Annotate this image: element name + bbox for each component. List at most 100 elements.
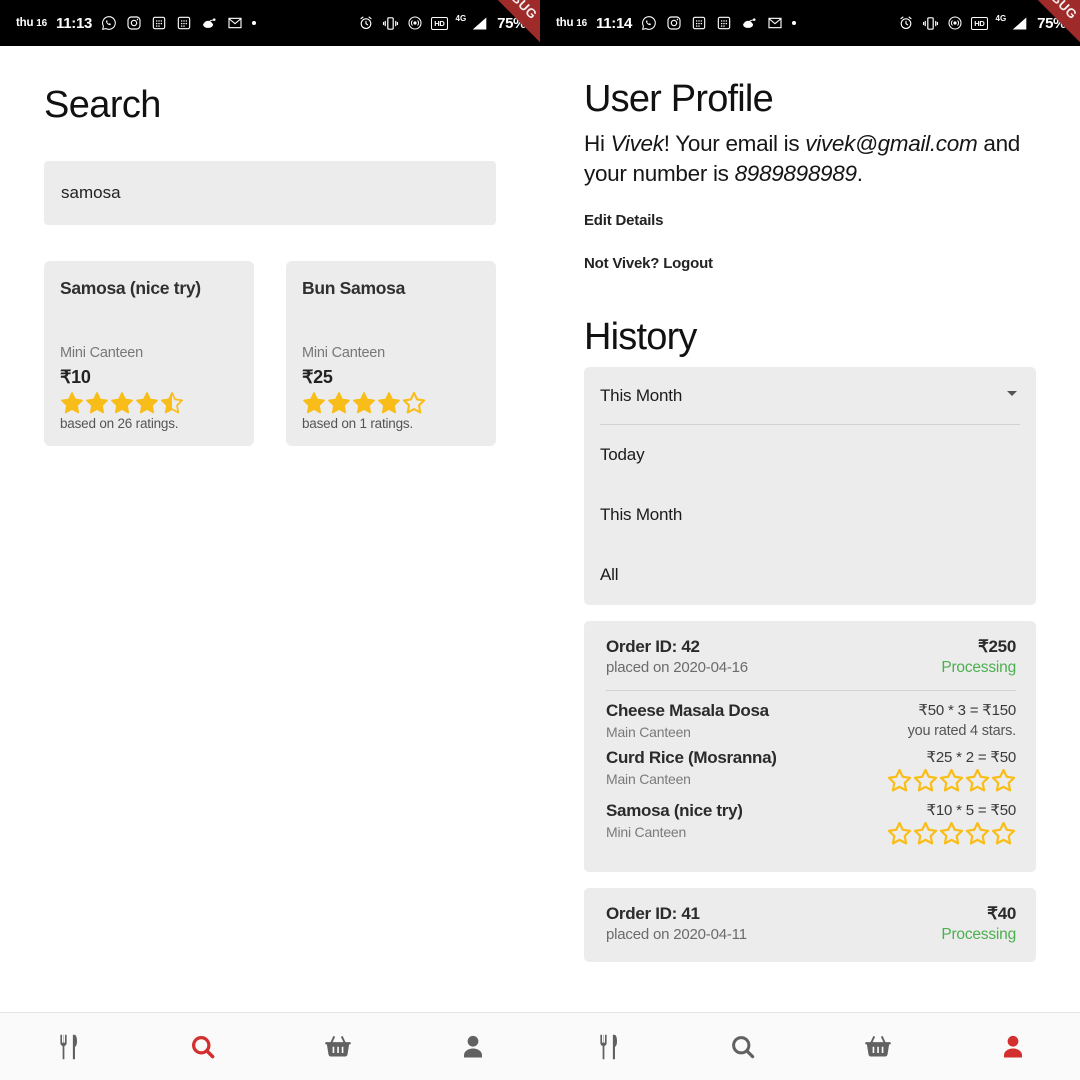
person-icon: [463, 1035, 482, 1057]
order-header: Order ID: 42 placed on 2020-04-16 ₹250 P…: [606, 637, 1016, 677]
food-result-card[interactable]: Samosa (nice try) Mini Canteen ₹10 based…: [44, 261, 254, 446]
food-card-canteen: Mini Canteen: [302, 345, 386, 361]
food-card-price: ₹25: [302, 367, 333, 387]
dropdown-option-all[interactable]: All: [600, 545, 1020, 605]
order-item-rating-stars[interactable]: [887, 821, 1016, 846]
greeting-mid-1: ! Your email is: [663, 131, 806, 156]
order-id: Order ID: 42: [606, 637, 700, 657]
status-bar-right: HD 4G 75%: [898, 14, 1066, 32]
dual-screenshot-container: thu 16 11:13 HD 4G 75% Search samosa Sam…: [0, 0, 1080, 1080]
order-item-canteen: Main Canteen: [606, 771, 691, 788]
hotspot-icon: [947, 15, 963, 31]
food-card-title: Bun Samosa: [302, 278, 405, 298]
profile-page: User Profile Hi Vivek! Your email is viv…: [540, 78, 1080, 1080]
order-card[interactable]: Order ID: 41 placed on 2020-04-11 ₹40 Pr…: [584, 888, 1036, 963]
status-date: thu 16: [16, 17, 47, 29]
basket-icon: [864, 1035, 891, 1056]
user-phone: 8989898989: [734, 160, 857, 186]
user-name: Vivek: [610, 131, 664, 156]
hd-icon: HD: [971, 16, 988, 30]
reddit-icon: [741, 15, 758, 32]
order-card[interactable]: Order ID: 42 placed on 2020-04-16 ₹250 P…: [584, 621, 1036, 873]
history-title: History: [584, 316, 697, 359]
food-card-price: ₹10: [60, 367, 91, 387]
order-header-left: Order ID: 42 placed on 2020-04-16: [606, 637, 748, 676]
history-filter-dropdown[interactable]: This Month Today This Month All: [584, 367, 1036, 606]
chevron-down-icon[interactable]: [1004, 385, 1020, 406]
restaurant-icon: [59, 1034, 77, 1059]
food-card-stars: [60, 391, 238, 415]
dropdown-selected-row[interactable]: This Month: [600, 367, 1020, 426]
food-result-card[interactable]: Bun Samosa Mini Canteen ₹25 based on 1 r…: [286, 261, 496, 446]
order-header-left: Order ID: 41 placed on 2020-04-11: [606, 904, 747, 943]
page-title: Search: [44, 84, 161, 126]
food-card-rating-count: based on 26 ratings.: [60, 416, 179, 431]
nav-item-restaurant[interactable]: [0, 1013, 135, 1080]
bottom-navigation: [0, 1012, 540, 1080]
search-icon: [731, 1035, 754, 1058]
order-item-left: Samosa (nice try) Mini Canteen: [606, 801, 743, 840]
alarm-icon: [358, 15, 374, 31]
nav-item-profile[interactable]: [405, 1013, 540, 1080]
nav-item-search[interactable]: [135, 1013, 270, 1080]
dropdown-option-this-month[interactable]: This Month: [600, 485, 1020, 545]
order-total: ₹250: [978, 637, 1016, 657]
nav-item-restaurant[interactable]: [540, 1013, 675, 1080]
status-bar-left: thu 16 11:13: [16, 14, 257, 32]
more-dot-icon: [252, 21, 257, 25]
gmail-icon: [767, 15, 783, 31]
status-bar: thu 16 11:13 HD 4G 75%: [0, 0, 540, 46]
order-item-calc: ₹50 * 3 = ₹150: [918, 702, 1016, 720]
user-email: vivek@gmail.com: [805, 131, 978, 156]
order-item-right: ₹25 * 2 = ₹50: [887, 748, 1016, 793]
dropdown-selected-label: This Month: [600, 385, 683, 405]
dropdown-option-today[interactable]: Today: [600, 425, 1020, 485]
nav-item-profile[interactable]: [945, 1013, 1080, 1080]
order-item-row: Samosa (nice try) Mini Canteen ₹10 * 5 =…: [606, 801, 1016, 846]
food-card-rating-count: based on 1 ratings.: [302, 416, 414, 431]
phone-screen-profile: thu 16 11:14 HD 4G 75% User Profile Hi V…: [540, 0, 1080, 1080]
status-day: thu: [16, 17, 34, 29]
page-title: User Profile: [584, 78, 774, 120]
status-bar: thu 16 11:14 HD 4G 75%: [540, 0, 1080, 46]
edit-details-link[interactable]: Edit Details: [584, 212, 1036, 229]
order-item-row: Cheese Masala Dosa Main Canteen ₹50 * 3 …: [606, 701, 1016, 740]
order-item-rating-stars[interactable]: [887, 768, 1016, 793]
signal-bars-icon: [1011, 16, 1028, 31]
more-dot-icon: [792, 21, 797, 25]
order-item-calc: ₹10 * 5 = ₹50: [926, 802, 1017, 820]
nav-item-search[interactable]: [675, 1013, 810, 1080]
order-item-right: ₹10 * 5 = ₹50: [887, 801, 1016, 846]
status-bar-left: thu 16 11:14: [556, 15, 797, 32]
network-label: 4G: [455, 13, 467, 23]
gmail-icon: [227, 15, 243, 31]
order-item-row: Curd Rice (Mosranna) Main Canteen ₹25 * …: [606, 748, 1016, 793]
order-header: Order ID: 41 placed on 2020-04-11 ₹40 Pr…: [606, 904, 1016, 944]
battery-label: 75%: [1037, 14, 1066, 32]
basket-icon: [324, 1035, 351, 1056]
nav-item-basket[interactable]: [270, 1013, 405, 1080]
nav-item-basket[interactable]: [810, 1013, 945, 1080]
order-item-name: Cheese Masala Dosa: [606, 701, 769, 721]
logout-link[interactable]: Not Vivek? Logout: [584, 255, 1036, 272]
search-box[interactable]: [44, 161, 496, 225]
order-item-name: Samosa (nice try): [606, 801, 743, 821]
status-date-num: 16: [36, 18, 48, 29]
status-date: thu 16: [556, 17, 587, 29]
instagram-icon: [126, 15, 142, 31]
food-card-canteen: Mini Canteen: [60, 345, 144, 361]
status-date-num: 16: [576, 18, 588, 29]
grid-app-icon-2: [716, 15, 732, 31]
order-item-right: ₹50 * 3 = ₹150 you rated 4 stars.: [908, 701, 1017, 739]
order-placed-date: placed on 2020-04-16: [606, 659, 748, 677]
status-time: 11:13: [56, 14, 93, 32]
search-results-row: Samosa (nice try) Mini Canteen ₹10 based…: [44, 261, 496, 446]
order-placed-date: placed on 2020-04-11: [606, 926, 747, 944]
grid-app-icon-2: [176, 15, 192, 31]
order-total: ₹40: [987, 904, 1016, 924]
order-item-canteen: Mini Canteen: [606, 824, 687, 841]
greeting-suffix: .: [856, 160, 863, 186]
search-input[interactable]: [61, 183, 479, 203]
status-bar-right: HD 4G 75%: [358, 13, 526, 32]
